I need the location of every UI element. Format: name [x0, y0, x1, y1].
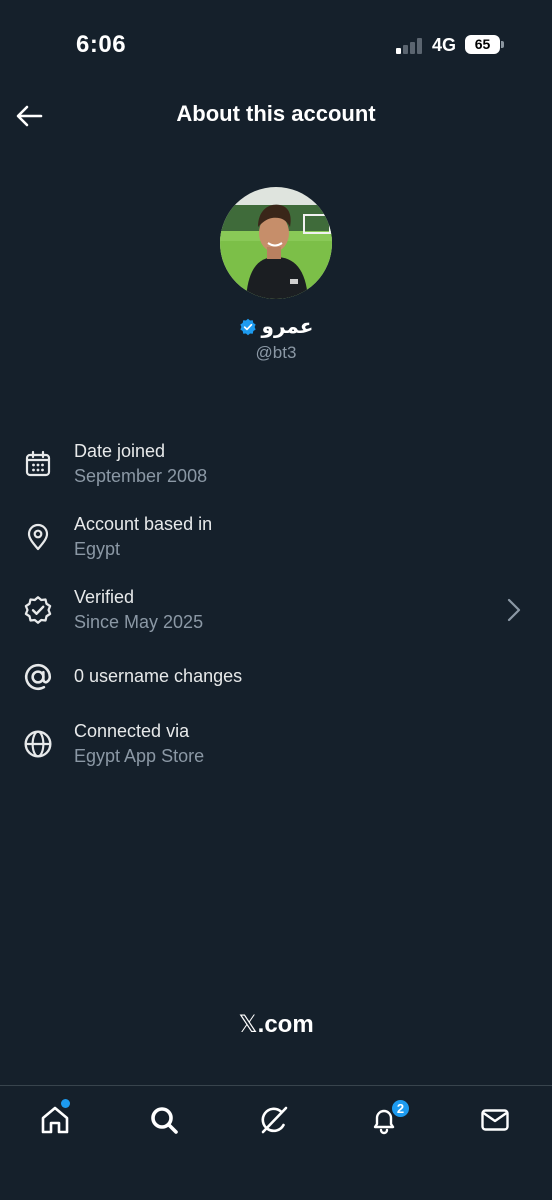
status-bar: 6:06 4G 65 [0, 0, 552, 90]
info-item-connected-via: Connected via Egypt App Store [0, 720, 552, 780]
info-value: Egypt [74, 539, 121, 559]
nav-grok[interactable] [254, 1100, 294, 1140]
bottom-nav: 2 [0, 1085, 552, 1200]
avatar-image [220, 187, 332, 299]
grok-icon [261, 1106, 288, 1134]
chevron-right-icon [506, 597, 522, 623]
status-time: 6:06 [76, 31, 127, 58]
messages-icon [481, 1109, 509, 1131]
info-label: 0 username changes [74, 666, 243, 686]
info-label: Account based in [74, 514, 213, 534]
nav-search[interactable] [144, 1100, 184, 1140]
brand-suffix: .com [257, 1011, 314, 1038]
info-item-username-changes: 0 username changes [0, 660, 552, 720]
info-value: Since May 2025 [74, 612, 204, 632]
x-com-brand: 𝕏.com [0, 1010, 552, 1039]
at-sign-icon [22, 661, 54, 693]
info-label: Date joined [74, 441, 166, 461]
page-title: About this account [176, 101, 376, 126]
battery-icon: 65 [465, 35, 500, 54]
info-label: Connected via [74, 721, 190, 741]
verified-outline-icon [22, 594, 54, 626]
signal-strength-icon [396, 36, 426, 54]
notification-count-badge: 2 [390, 1098, 411, 1119]
calendar-icon [22, 448, 54, 480]
info-value: September 2008 [74, 466, 208, 486]
info-label: Verified [74, 587, 135, 607]
display-name: عمرو [261, 316, 314, 338]
location-pin-icon [22, 521, 54, 553]
user-handle: @bt3 [255, 343, 297, 362]
info-value: Egypt App Store [74, 746, 205, 766]
about-account-screen: 6:06 4G 65 About this account عمرو @bt3 … [0, 0, 552, 1200]
verified-badge-icon [239, 318, 257, 336]
nav-messages[interactable] [475, 1100, 515, 1140]
avatar[interactable] [220, 187, 332, 299]
search-icon [151, 1107, 178, 1134]
x-logo-icon: 𝕏 [238, 1010, 258, 1038]
battery-tip [501, 41, 504, 48]
display-name-row: عمرو [0, 314, 552, 339]
info-item-date-joined: Date joined September 2008 [0, 440, 552, 500]
home-icon [41, 1106, 69, 1134]
globe-icon [22, 728, 54, 760]
info-item-verified[interactable]: Verified Since May 2025 [0, 586, 552, 646]
home-notification-dot [61, 1099, 70, 1108]
info-item-account-based-in: Account based in Egypt [0, 513, 552, 573]
network-type: 4G [432, 35, 457, 55]
